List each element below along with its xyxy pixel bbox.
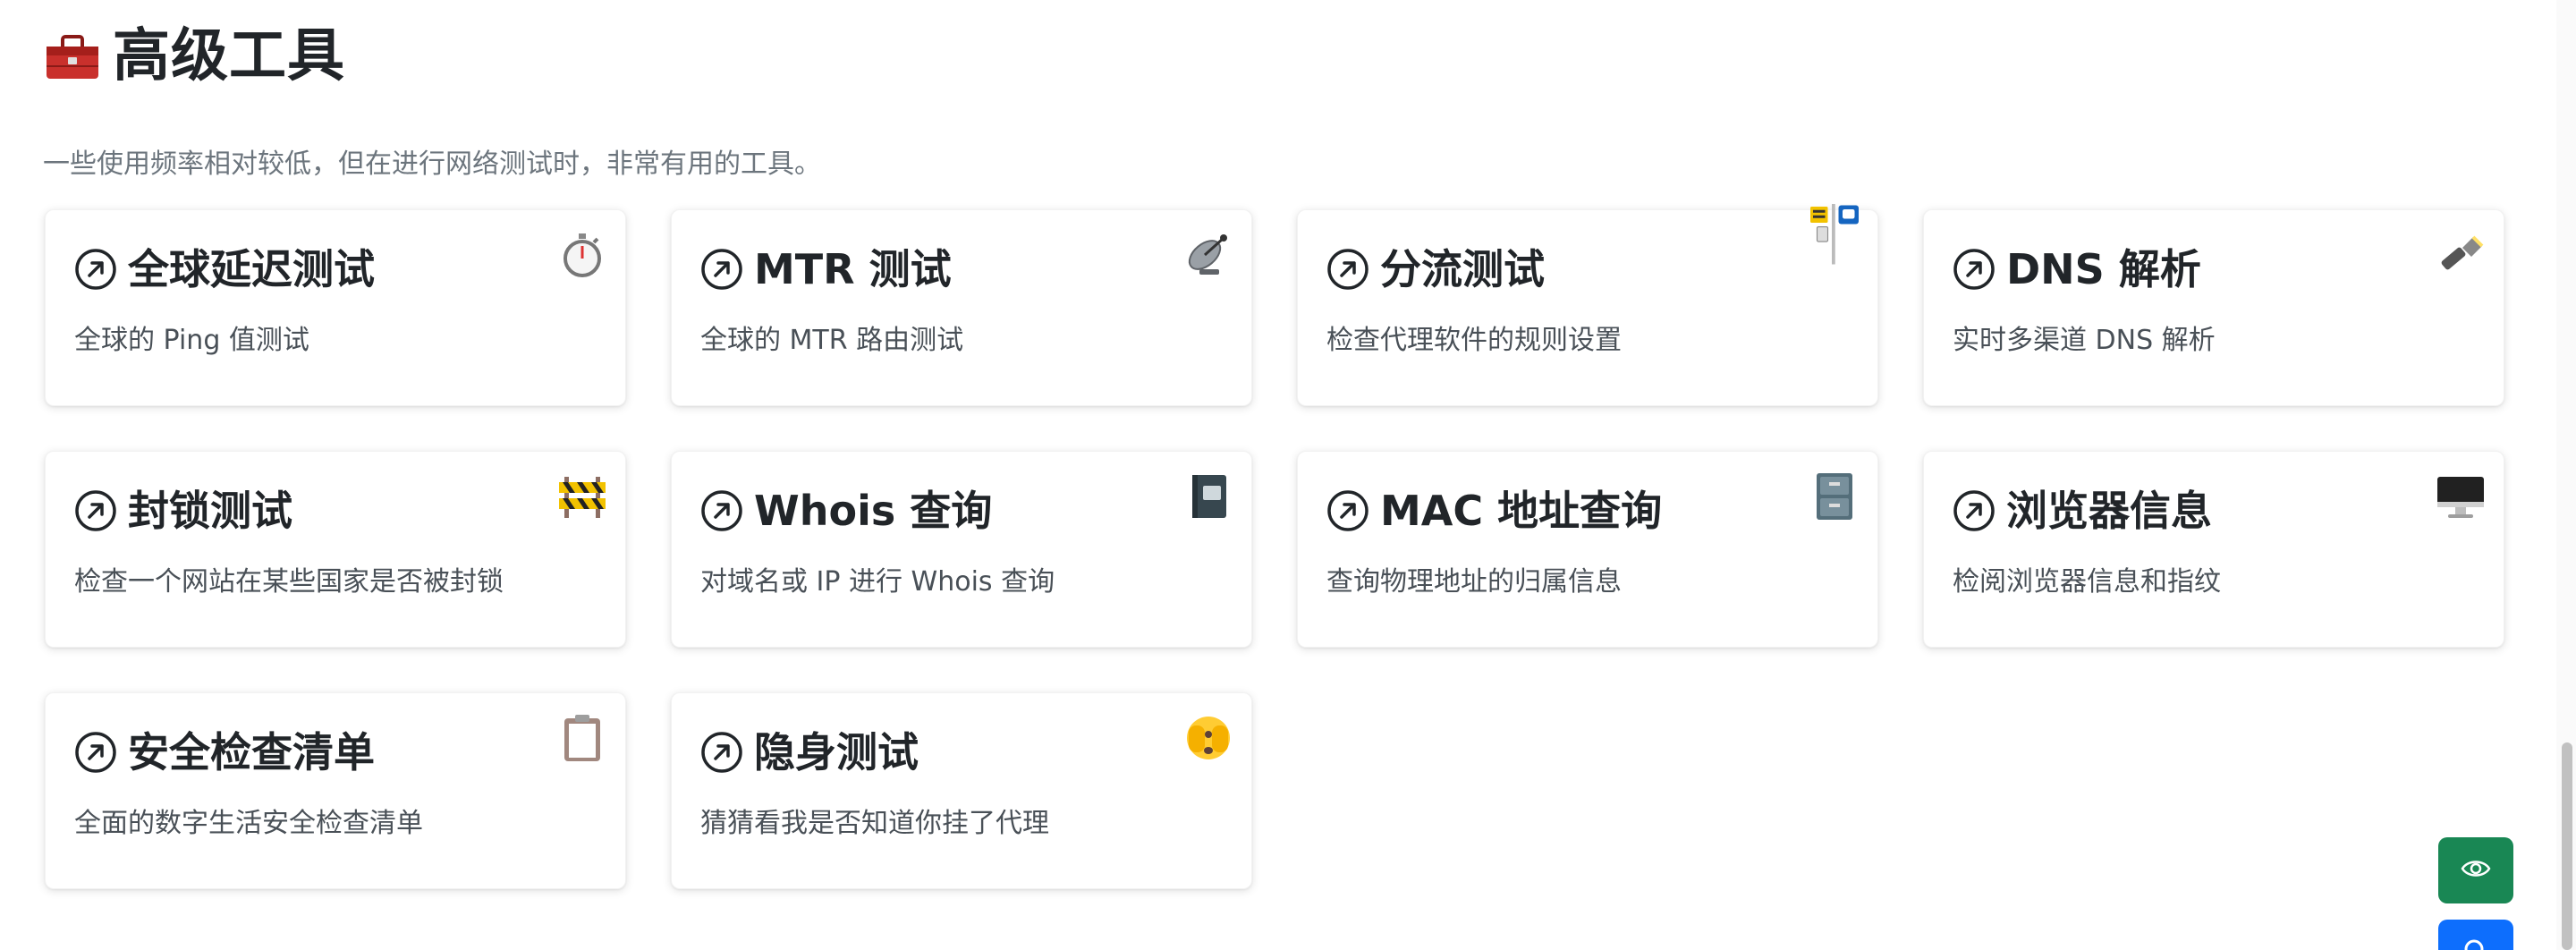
arrow-up-right-circle-icon	[1953, 248, 1996, 291]
card-description: 全面的数字生活安全检查清单	[74, 808, 423, 839]
satellite-dish-icon	[1182, 228, 1235, 282]
card-title: Whois 查询	[754, 487, 993, 535]
tool-card-mtr[interactable]: MTR 测试 全球的 MTR 路由测试	[671, 209, 1252, 406]
card-description: 查询物理地址的归属信息	[1326, 566, 1622, 598]
tool-card-global-latency[interactable]: 全球延迟测试 全球的 Ping 值测试	[45, 209, 626, 406]
stopwatch-icon	[555, 228, 609, 282]
card-description: 对域名或 IP 进行 Whois 查询	[700, 566, 1055, 598]
arrow-up-right-circle-icon	[74, 248, 117, 291]
tool-card-whois[interactable]: Whois 查询 对域名或 IP 进行 Whois 查询	[671, 451, 1252, 648]
visibility-toggle-button[interactable]	[2438, 837, 2513, 903]
scrollbar[interactable]	[2556, 0, 2576, 950]
file-cabinet-icon	[1808, 470, 1861, 523]
toolbox-icon	[43, 27, 102, 86]
tool-card-split-routing[interactable]: 分流测试 检查代理软件的规则设置	[1297, 204, 1878, 406]
tool-card-invisibility[interactable]: 隐身测试 猜猜看我是否知道你挂了代理	[671, 692, 1252, 889]
arrow-up-right-circle-icon	[1953, 489, 1996, 532]
tools-grid: 全球延迟测试 全球的 Ping 值测试 MTR 测试 全球的 MTR 路由测试	[45, 204, 2504, 889]
eye-icon	[2461, 858, 2491, 883]
construction-barrier-icon	[555, 470, 609, 523]
card-description: 全球的 Ping 值测试	[74, 325, 309, 356]
card-title: 封锁测试	[128, 487, 292, 535]
search-icon	[2462, 937, 2489, 950]
bus-stop-icon	[1808, 191, 1861, 276]
tool-card-censorship[interactable]: 封锁测试 检查一个网站在某些国家是否被封锁	[45, 451, 626, 648]
desktop-computer-icon	[2434, 470, 2487, 523]
section-title: 高级工具	[113, 23, 345, 89]
card-description: 检阅浏览器信息和指纹	[1953, 566, 2221, 598]
peeking-face-icon	[1182, 711, 1235, 765]
arrow-up-right-circle-icon	[1326, 248, 1369, 291]
tool-card-browser-info[interactable]: 浏览器信息 检阅浏览器信息和指纹	[1923, 451, 2504, 648]
section-description: 一些使用频率相对较低，但在进行网络测试时，非常有用的工具。	[43, 148, 821, 180]
card-title: 全球延迟测试	[128, 245, 375, 293]
card-title: 安全检查清单	[128, 728, 375, 776]
arrow-up-right-circle-icon	[74, 731, 117, 774]
arrow-up-right-circle-icon	[1326, 489, 1369, 532]
arrow-up-right-circle-icon	[74, 489, 117, 532]
arrow-up-right-circle-icon	[700, 731, 743, 774]
card-title: MAC 地址查询	[1380, 487, 1663, 535]
card-description: 检查代理软件的规则设置	[1326, 325, 1622, 356]
card-description: 检查一个网站在某些国家是否被封锁	[74, 566, 504, 598]
search-button[interactable]	[2438, 920, 2513, 950]
card-title: 分流测试	[1380, 245, 1545, 293]
page: 高级工具 一些使用频率相对较低，但在进行网络测试时，非常有用的工具。 全球延迟测…	[0, 0, 2576, 950]
card-title: 浏览器信息	[2006, 487, 2212, 535]
tool-card-mac-lookup[interactable]: MAC 地址查询 查询物理地址的归属信息	[1297, 451, 1878, 648]
card-description: 实时多渠道 DNS 解析	[1953, 325, 2216, 356]
section-header: 高级工具	[43, 27, 345, 86]
notebook-icon	[1182, 470, 1235, 523]
tool-card-security-checklist[interactable]: 安全检查清单 全面的数字生活安全检查清单	[45, 692, 626, 889]
arrow-up-right-circle-icon	[700, 248, 743, 291]
clipboard-icon	[555, 711, 609, 765]
arrow-up-right-circle-icon	[700, 489, 743, 532]
scrollbar-thumb[interactable]	[2562, 742, 2572, 950]
card-title: DNS 解析	[2006, 245, 2201, 293]
card-title: MTR 测试	[754, 245, 952, 293]
flashlight-icon	[2434, 228, 2487, 282]
card-description: 全球的 MTR 路由测试	[700, 325, 964, 356]
card-title: 隐身测试	[754, 728, 919, 776]
card-description: 猜猜看我是否知道你挂了代理	[700, 808, 1049, 839]
tool-card-dns[interactable]: DNS 解析 实时多渠道 DNS 解析	[1923, 209, 2504, 406]
